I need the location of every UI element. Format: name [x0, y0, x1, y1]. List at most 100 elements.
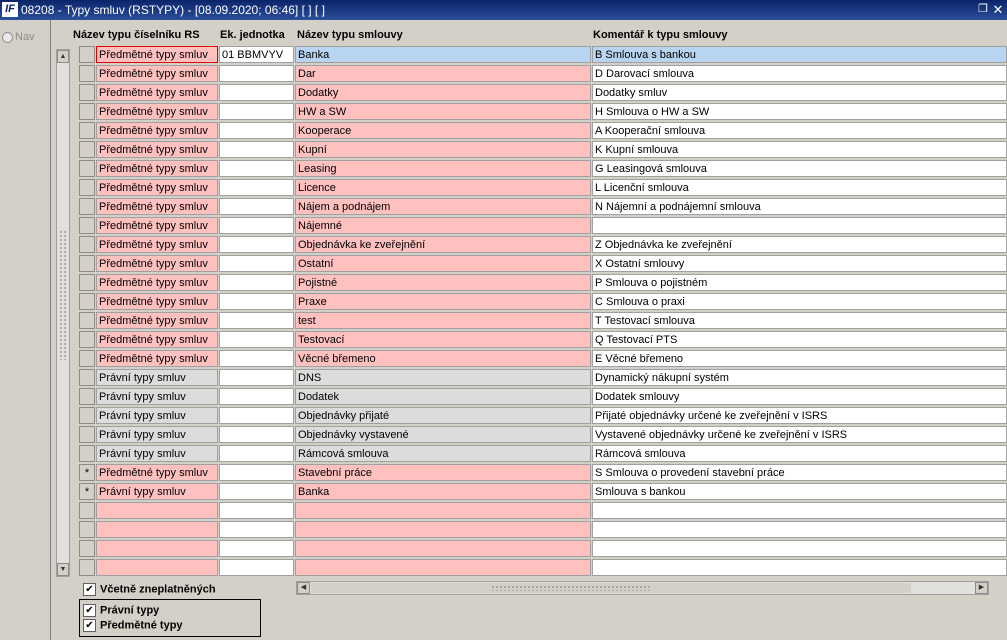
- cell-register-type[interactable]: Předmětné typy smluv: [96, 312, 218, 329]
- cell-contract-type-name[interactable]: Věcné břemeno: [295, 350, 591, 367]
- row-selector[interactable]: [79, 369, 95, 386]
- cell-contract-type-name[interactable]: Kupní: [295, 141, 591, 158]
- cell-contract-type-name[interactable]: Banka: [295, 483, 591, 500]
- cell-contract-type-name[interactable]: Praxe: [295, 293, 591, 310]
- close-window-icon[interactable]: ✕: [992, 3, 1004, 16]
- cell-contract-type-name[interactable]: Banka: [295, 46, 591, 63]
- cell-comment[interactable]: Z Objednávka ke zveřejnění: [592, 236, 1007, 253]
- column-header-comment[interactable]: Komentář k typu smlouvy: [593, 29, 727, 41]
- cell-comment[interactable]: Dynamický nákupní systém: [592, 369, 1007, 386]
- row-selector[interactable]: [79, 293, 95, 310]
- table-row[interactable]: [0, 521, 1007, 540]
- cell-unit[interactable]: [219, 236, 294, 253]
- table-row[interactable]: Předmětné typy smluv HW a SW H Smlouva o H…: [0, 103, 1007, 122]
- row-selector[interactable]: [79, 559, 95, 576]
- cell-comment[interactable]: Přijaté objednávky určené ke zveřejnění …: [592, 407, 1007, 424]
- row-selector[interactable]: [79, 407, 95, 424]
- cell-comment[interactable]: L Licenční smlouva: [592, 179, 1007, 196]
- table-row[interactable]: Předmětné typy smluv Praxe C Smlouva o pra…: [0, 293, 1007, 312]
- cell-unit[interactable]: [219, 122, 294, 139]
- row-selector[interactable]: [79, 141, 95, 158]
- cell-unit[interactable]: [219, 179, 294, 196]
- cell-comment[interactable]: S Smlouva o provedení stavební práce: [592, 464, 1007, 481]
- row-selector[interactable]: [79, 236, 95, 253]
- cell-contract-type-name[interactable]: Kooperace: [295, 122, 591, 139]
- scroll-down-icon[interactable]: ▼: [57, 563, 69, 576]
- row-selector[interactable]: [79, 255, 95, 272]
- cell-contract-type-name[interactable]: Pojistné: [295, 274, 591, 291]
- cell-register-type[interactable]: Právní typy smluv: [96, 369, 218, 386]
- table-row[interactable]: * Předmětné typy smluv Stavební práce S Sml…: [0, 464, 1007, 483]
- cell-unit[interactable]: [219, 293, 294, 310]
- cell-register-type[interactable]: Předmětné typy smluv: [96, 46, 218, 63]
- cell-register-type[interactable]: Předmětné typy smluv: [96, 160, 218, 177]
- cell-unit[interactable]: [219, 160, 294, 177]
- row-selector[interactable]: [79, 540, 95, 557]
- cell-comment[interactable]: [592, 521, 1007, 538]
- cell-comment[interactable]: Dodatky smluv: [592, 84, 1007, 101]
- cell-comment[interactable]: N Nájemní a podnájemní smlouva: [592, 198, 1007, 215]
- table-row[interactable]: Předmětné typy smluv 01 BBMVYV Banka B Smlo…: [0, 46, 1007, 65]
- cell-comment[interactable]: Dodatek smlouvy: [592, 388, 1007, 405]
- table-row[interactable]: * Právní typy smluv Banka Smlouva s bankou: [0, 483, 1007, 502]
- cell-comment[interactable]: Vystavené objednávky určené ke zveřejněn…: [592, 426, 1007, 443]
- including-invalid-checkbox[interactable]: ✔: [83, 583, 96, 596]
- row-selector[interactable]: [79, 426, 95, 443]
- cell-register-type[interactable]: Předmětné typy smluv: [96, 179, 218, 196]
- cell-comment[interactable]: B Smlouva s bankou: [592, 46, 1007, 63]
- cell-register-type[interactable]: Předmětné typy smluv: [96, 274, 218, 291]
- cell-register-type[interactable]: Předmětné typy smluv: [96, 198, 218, 215]
- column-header-type[interactable]: Název typu číselníku RS: [73, 29, 200, 41]
- cell-unit[interactable]: [219, 483, 294, 500]
- cell-comment[interactable]: A Kooperační smlouva: [592, 122, 1007, 139]
- cell-comment[interactable]: X Ostatní smlouvy: [592, 255, 1007, 272]
- table-row[interactable]: Předmětné typy smluv Pojistné P Smlouva o …: [0, 274, 1007, 293]
- cell-unit[interactable]: [219, 103, 294, 120]
- cell-unit[interactable]: [219, 388, 294, 405]
- cell-unit[interactable]: [219, 502, 294, 519]
- table-row[interactable]: Předmětné typy smluv Kupní K Kupní smlouva: [0, 141, 1007, 160]
- cell-register-type[interactable]: Právní typy smluv: [96, 426, 218, 443]
- cell-comment[interactable]: P Smlouva o pojistném: [592, 274, 1007, 291]
- scroll-up-icon[interactable]: ▲: [57, 50, 69, 63]
- cell-contract-type-name[interactable]: [295, 521, 591, 538]
- cell-unit[interactable]: [219, 521, 294, 538]
- cell-comment[interactable]: [592, 559, 1007, 576]
- cell-contract-type-name[interactable]: Objednávky vystavené: [295, 426, 591, 443]
- cell-comment[interactable]: D Darovací smlouva: [592, 65, 1007, 82]
- cell-unit[interactable]: [219, 540, 294, 557]
- cell-contract-type-name[interactable]: Rámcová smlouva: [295, 445, 591, 462]
- cell-comment[interactable]: T Testovací smlouva: [592, 312, 1007, 329]
- cell-unit[interactable]: [219, 255, 294, 272]
- cell-register-type[interactable]: Předmětné typy smluv: [96, 122, 218, 139]
- including-invalid-option[interactable]: ✔ Včetně zneplatněných: [83, 583, 216, 596]
- row-selector[interactable]: [79, 160, 95, 177]
- cell-contract-type-name[interactable]: Dar: [295, 65, 591, 82]
- cell-contract-type-name[interactable]: Ostatní: [295, 255, 591, 272]
- cell-unit[interactable]: [219, 369, 294, 386]
- column-header-unit[interactable]: Ek. jednotka: [220, 29, 285, 41]
- cell-contract-type-name[interactable]: Licence: [295, 179, 591, 196]
- table-row[interactable]: Předmětné typy smluv Objednávka ke zveřej…: [0, 236, 1007, 255]
- row-selector[interactable]: [79, 217, 95, 234]
- cell-register-type[interactable]: Předmětné typy smluv: [96, 350, 218, 367]
- cell-register-type[interactable]: Předmětné typy smluv: [96, 293, 218, 310]
- scroll-right-icon[interactable]: ▶: [975, 582, 988, 594]
- horizontal-scrollbar[interactable]: ◀ ▶: [296, 581, 989, 595]
- row-selector[interactable]: [79, 445, 95, 462]
- row-selector[interactable]: [79, 122, 95, 139]
- table-row[interactable]: Předmětné typy smluv Kooperace A Kooperačn…: [0, 122, 1007, 141]
- cell-register-type[interactable]: Předmětné typy smluv: [96, 217, 218, 234]
- cell-register-type[interactable]: Předmětné typy smluv: [96, 65, 218, 82]
- cell-contract-type-name[interactable]: Leasing: [295, 160, 591, 177]
- cell-comment[interactable]: [592, 217, 1007, 234]
- cell-unit[interactable]: [219, 331, 294, 348]
- table-row[interactable]: Předmětné typy smluv Leasing G Leasingová …: [0, 160, 1007, 179]
- cell-unit[interactable]: [219, 464, 294, 481]
- cell-register-type[interactable]: Předmětné typy smluv: [96, 236, 218, 253]
- cell-register-type[interactable]: Předmětné typy smluv: [96, 331, 218, 348]
- cell-contract-type-name[interactable]: test: [295, 312, 591, 329]
- cell-register-type[interactable]: Předmětné typy smluv: [96, 464, 218, 481]
- table-row[interactable]: [0, 559, 1007, 578]
- cell-register-type[interactable]: [96, 559, 218, 576]
